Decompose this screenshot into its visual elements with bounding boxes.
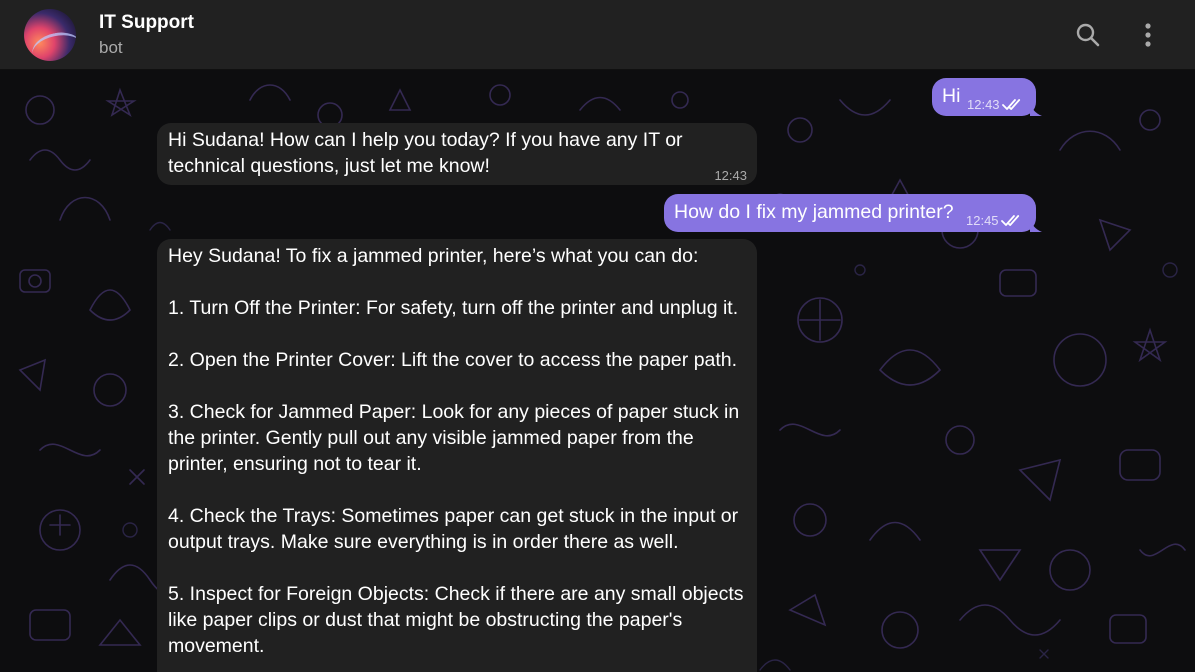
message-paragraph: 3. Check for Jammed Paper: Look for any … xyxy=(168,401,740,475)
message-time: 12:45 xyxy=(966,213,999,228)
double-check-icon xyxy=(1001,99,1020,110)
search-button[interactable] xyxy=(1070,17,1106,53)
bubble-tail xyxy=(1030,218,1042,232)
message-paragraph: 4. Check the Trays: Sometimes paper can … xyxy=(168,505,739,553)
bubble-tail xyxy=(1030,102,1042,116)
message-time: 12:43 xyxy=(967,97,1000,112)
chat-header: IT Support bot xyxy=(0,0,1195,70)
incoming-message[interactable]: Hey Sudana! To fix a jammed printer, her… xyxy=(157,239,757,672)
chat-title[interactable]: IT Support xyxy=(99,12,194,34)
message-paragraph: 1. Turn Off the Printer: For safety, tur… xyxy=(168,297,739,319)
more-vertical-icon xyxy=(1145,23,1151,47)
message-list[interactable]: Hi 12:43 Hi Sudana! How can I help you t… xyxy=(0,70,1195,672)
message-text: Hi xyxy=(942,85,961,107)
message-paragraph: 5. Inspect for Foreign Objects: Check if… xyxy=(168,583,744,657)
message-meta: 12:45 xyxy=(966,208,1023,234)
message-text: How do I fix my jammed printer? xyxy=(674,201,954,223)
search-icon xyxy=(1076,23,1100,47)
outgoing-message[interactable]: Hi 12:43 xyxy=(932,78,1036,116)
message-time: 12:43 xyxy=(714,168,747,183)
avatar[interactable] xyxy=(24,9,76,61)
message-text: Hey Sudana! To fix a jammed printer, her… xyxy=(168,243,753,672)
incoming-message[interactable]: Hi Sudana! How can I help you today? If … xyxy=(157,123,757,185)
outgoing-message[interactable]: How do I fix my jammed printer? 12:45 xyxy=(664,194,1036,232)
message-paragraph: Hey Sudana! To fix a jammed printer, her… xyxy=(168,245,699,267)
double-check-icon xyxy=(1000,215,1019,226)
more-menu-button[interactable] xyxy=(1130,17,1166,53)
chat-status: bot xyxy=(99,38,123,57)
message-paragraph: 2. Open the Printer Cover: Lift the cove… xyxy=(168,349,738,371)
message-text: Hi Sudana! How can I help you today? If … xyxy=(168,129,683,177)
message-meta: 12:43 xyxy=(967,92,1024,118)
